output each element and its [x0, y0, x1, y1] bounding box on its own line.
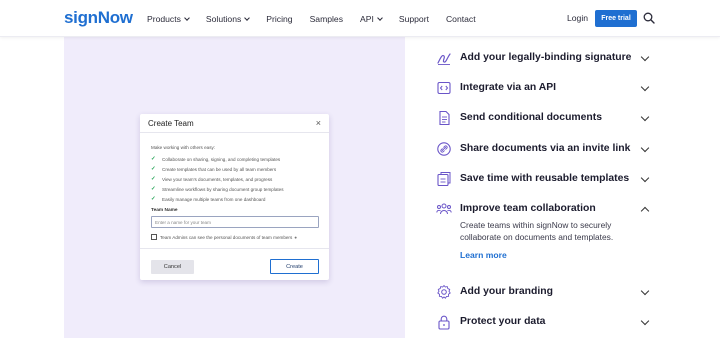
- signnow-logo[interactable]: signNow: [64, 8, 133, 28]
- accordion-label: Add your legally-binding signature: [460, 52, 632, 63]
- admin-visibility-label: Team Admins can see the personal documen…: [160, 234, 293, 240]
- list-item: ✓ Easily manage multiple teams from one d…: [151, 194, 284, 204]
- chevron-down-icon: [640, 82, 650, 92]
- nav-support[interactable]: Support: [399, 14, 429, 24]
- learn-more-link[interactable]: Learn more: [460, 250, 507, 260]
- benefits-list: ✓ Collaborate on sharing, signing, and co…: [151, 154, 284, 204]
- nav-pricing[interactable]: Pricing: [266, 14, 292, 24]
- chevron-down-icon: [640, 286, 650, 296]
- accordion-item-protect-data[interactable]: Protect your data: [436, 312, 656, 332]
- admin-visibility-option: Team Admins can see the personal documen…: [151, 234, 297, 240]
- checkmark-icon: ✓: [151, 176, 156, 182]
- accordion-item-conditional[interactable]: Send conditional documents: [436, 108, 656, 128]
- list-item-text: Easily manage multiple teams from one da…: [162, 196, 266, 202]
- list-item-text: Collaborate on sharing, signing, and com…: [162, 156, 281, 162]
- branding-gear-icon: [437, 284, 451, 299]
- signature-icon: [437, 53, 451, 65]
- site-header: signNow Products Solutions Pricing Sampl…: [0, 0, 720, 37]
- admin-visibility-checkbox[interactable]: [151, 234, 157, 240]
- nav-api[interactable]: API: [360, 13, 383, 24]
- create-team-modal: Create Team × Make working with others e…: [140, 114, 329, 280]
- accordion-label: Protect your data: [460, 316, 546, 327]
- modal-footer-divider: [140, 248, 329, 249]
- login-link[interactable]: Login: [567, 13, 588, 23]
- nav-label: Solutions: [205, 13, 242, 24]
- modal-title: Create Team: [148, 119, 194, 128]
- chevron-down-icon: [640, 143, 650, 153]
- link-icon: [437, 142, 451, 156]
- team-name-label: Team Name: [151, 208, 178, 213]
- nav-solutions[interactable]: Solutions: [205, 13, 251, 24]
- list-item-text: Create templates that can be used by all…: [162, 166, 277, 172]
- nav-label: Products: [147, 13, 181, 24]
- accordion-item-team-collaboration[interactable]: Improve team collaboration: [436, 199, 656, 219]
- list-item-text: View your team's documents, templates, a…: [162, 176, 273, 182]
- cancel-button[interactable]: Cancel: [151, 260, 194, 274]
- list-item: ✓ Create templates that can be used by al…: [151, 164, 284, 174]
- create-button[interactable]: Create: [270, 259, 319, 274]
- checkmark-icon: ✓: [151, 156, 156, 162]
- nav-samples[interactable]: Samples: [310, 14, 343, 24]
- code-icon: [437, 81, 451, 95]
- close-icon[interactable]: ×: [316, 118, 321, 128]
- checkmark-icon: ✓: [151, 186, 156, 192]
- accordion-item-api[interactable]: Integrate via an API: [436, 78, 656, 98]
- list-item: ✓ View your team's documents, templates, …: [151, 174, 284, 184]
- free-trial-button[interactable]: Free trial: [595, 10, 637, 27]
- accordion-item-signature[interactable]: Add your legally-binding signature: [436, 48, 656, 68]
- list-item: ✓ Streamline workflows by sharing documen…: [151, 184, 284, 194]
- chevron-down-icon: [640, 316, 650, 326]
- lock-icon: [438, 315, 450, 330]
- modal-intro: Make working with others easy:: [151, 145, 216, 150]
- accordion-label: Improve team collaboration: [460, 203, 596, 214]
- checkmark-icon: ✓: [151, 166, 156, 172]
- nav-label: Samples: [309, 13, 343, 24]
- chevron-down-icon: [244, 14, 251, 21]
- main-nav: Products Solutions Pricing Samples API S…: [147, 0, 493, 37]
- team-name-input[interactable]: Enter a name for your team: [151, 216, 319, 228]
- chevron-down-icon: [640, 52, 650, 62]
- template-icon: [437, 172, 451, 187]
- list-item: ✓ Collaborate on sharing, signing, and co…: [151, 154, 284, 164]
- chevron-down-icon: [640, 173, 650, 183]
- nav-label: Support: [398, 13, 429, 24]
- checkmark-icon: ✓: [151, 196, 156, 202]
- chevron-down-icon: [377, 14, 383, 21]
- team-icon: [436, 203, 452, 215]
- modal-header: Create Team ×: [140, 114, 329, 133]
- search-icon[interactable]: [643, 12, 655, 24]
- accordion-item-templates[interactable]: Save time with reusable templates: [436, 169, 656, 189]
- nav-products[interactable]: Products: [147, 13, 190, 24]
- accordion-item-branding[interactable]: Add your branding: [436, 282, 656, 302]
- list-item-text: Streamline workflows by sharing document…: [162, 186, 284, 192]
- chevron-down-icon: [184, 14, 190, 21]
- accordion-item-invite-link[interactable]: Share documents via an invite link: [436, 139, 656, 159]
- nav-label: API: [360, 13, 374, 24]
- page: signNow Products Solutions Pricing Sampl…: [0, 0, 720, 338]
- nav-label: Pricing: [266, 13, 293, 24]
- info-icon: ●: [294, 234, 298, 240]
- accordion-label: Save time with reusable templates: [460, 173, 630, 184]
- accordion-description: Create teams within signNow to securely …: [460, 220, 614, 242]
- chevron-down-icon: [640, 112, 650, 122]
- nav-label: Contact: [445, 13, 476, 24]
- accordion-label: Send conditional documents: [460, 112, 603, 123]
- chevron-up-icon: [640, 206, 650, 216]
- accordion-label: Integrate via an API: [460, 82, 557, 93]
- document-icon: [439, 110, 450, 126]
- nav-contact[interactable]: Contact: [446, 14, 476, 24]
- accordion-label: Add your branding: [460, 286, 553, 297]
- accordion-label: Share documents via an invite link: [460, 143, 631, 154]
